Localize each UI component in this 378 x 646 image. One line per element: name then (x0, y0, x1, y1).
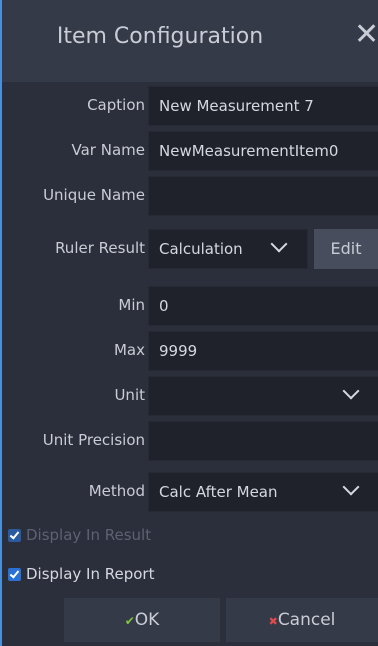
min-row: Min 0 (0, 286, 378, 326)
dialog-title: Item Configuration (56, 24, 264, 49)
caption-row: Caption New Measurement 7 (0, 86, 378, 126)
max-input[interactable]: 9999 (148, 331, 378, 371)
chevron-down-icon (270, 235, 288, 253)
cancel-label: Cancel (277, 610, 336, 630)
title-bar: Item Configuration ✕ (2, 0, 378, 82)
var-name-input[interactable]: NewMeasurementItem0 (148, 131, 378, 171)
checkmark-icon (8, 529, 21, 542)
display-in-result-label: Display In Result (26, 526, 152, 544)
max-label: Max (113, 341, 145, 359)
unit-precision-row: Unit Precision (0, 421, 378, 461)
display-in-report-label: Display In Report (26, 565, 155, 583)
cancel-button[interactable]: ✖Cancel (226, 598, 378, 642)
checkmark-icon (8, 568, 21, 581)
ok-label: OK (134, 610, 160, 630)
unit-row: Unit (0, 376, 378, 416)
close-icon[interactable]: ✕ (354, 20, 378, 50)
unit-label: Unit (114, 386, 145, 404)
method-label: Method (88, 482, 145, 500)
unit-precision-label: Unit Precision (42, 431, 145, 449)
method-row: Method Calc After Mean (0, 472, 378, 512)
min-label: Min (118, 296, 145, 314)
ok-button[interactable]: ✔OK (64, 598, 220, 642)
min-input[interactable]: 0 (148, 286, 378, 326)
method-value: Calc After Mean (159, 483, 278, 501)
caption-label: Caption (87, 96, 145, 114)
unique-name-label: Unique Name (43, 186, 145, 204)
display-in-report-checkbox[interactable]: Display In Report (8, 565, 308, 587)
var-name-row: Var Name NewMeasurementItem0 (0, 131, 378, 171)
ruler-result-row: Ruler Result Calculation Edit (0, 229, 378, 269)
unit-precision-input[interactable] (148, 421, 378, 461)
display-in-result-checkbox[interactable]: Display In Result (8, 526, 308, 548)
var-name-label: Var Name (71, 141, 145, 159)
chevron-down-icon (342, 478, 360, 496)
ruler-result-value: Calculation (159, 240, 243, 258)
caption-input[interactable]: New Measurement 7 (148, 86, 378, 126)
ruler-result-label: Ruler Result (55, 239, 145, 257)
method-select[interactable]: Calc After Mean (148, 472, 378, 512)
ruler-result-select[interactable]: Calculation (148, 229, 308, 269)
chevron-down-icon (342, 382, 360, 400)
unit-select[interactable] (148, 376, 378, 416)
max-row: Max 9999 (0, 331, 378, 371)
unique-name-row: Unique Name (0, 176, 378, 216)
check-icon: ✔ (124, 614, 135, 628)
edit-button[interactable]: Edit (314, 229, 378, 269)
x-icon: ✖ (268, 615, 278, 628)
unique-name-input[interactable] (148, 176, 378, 216)
